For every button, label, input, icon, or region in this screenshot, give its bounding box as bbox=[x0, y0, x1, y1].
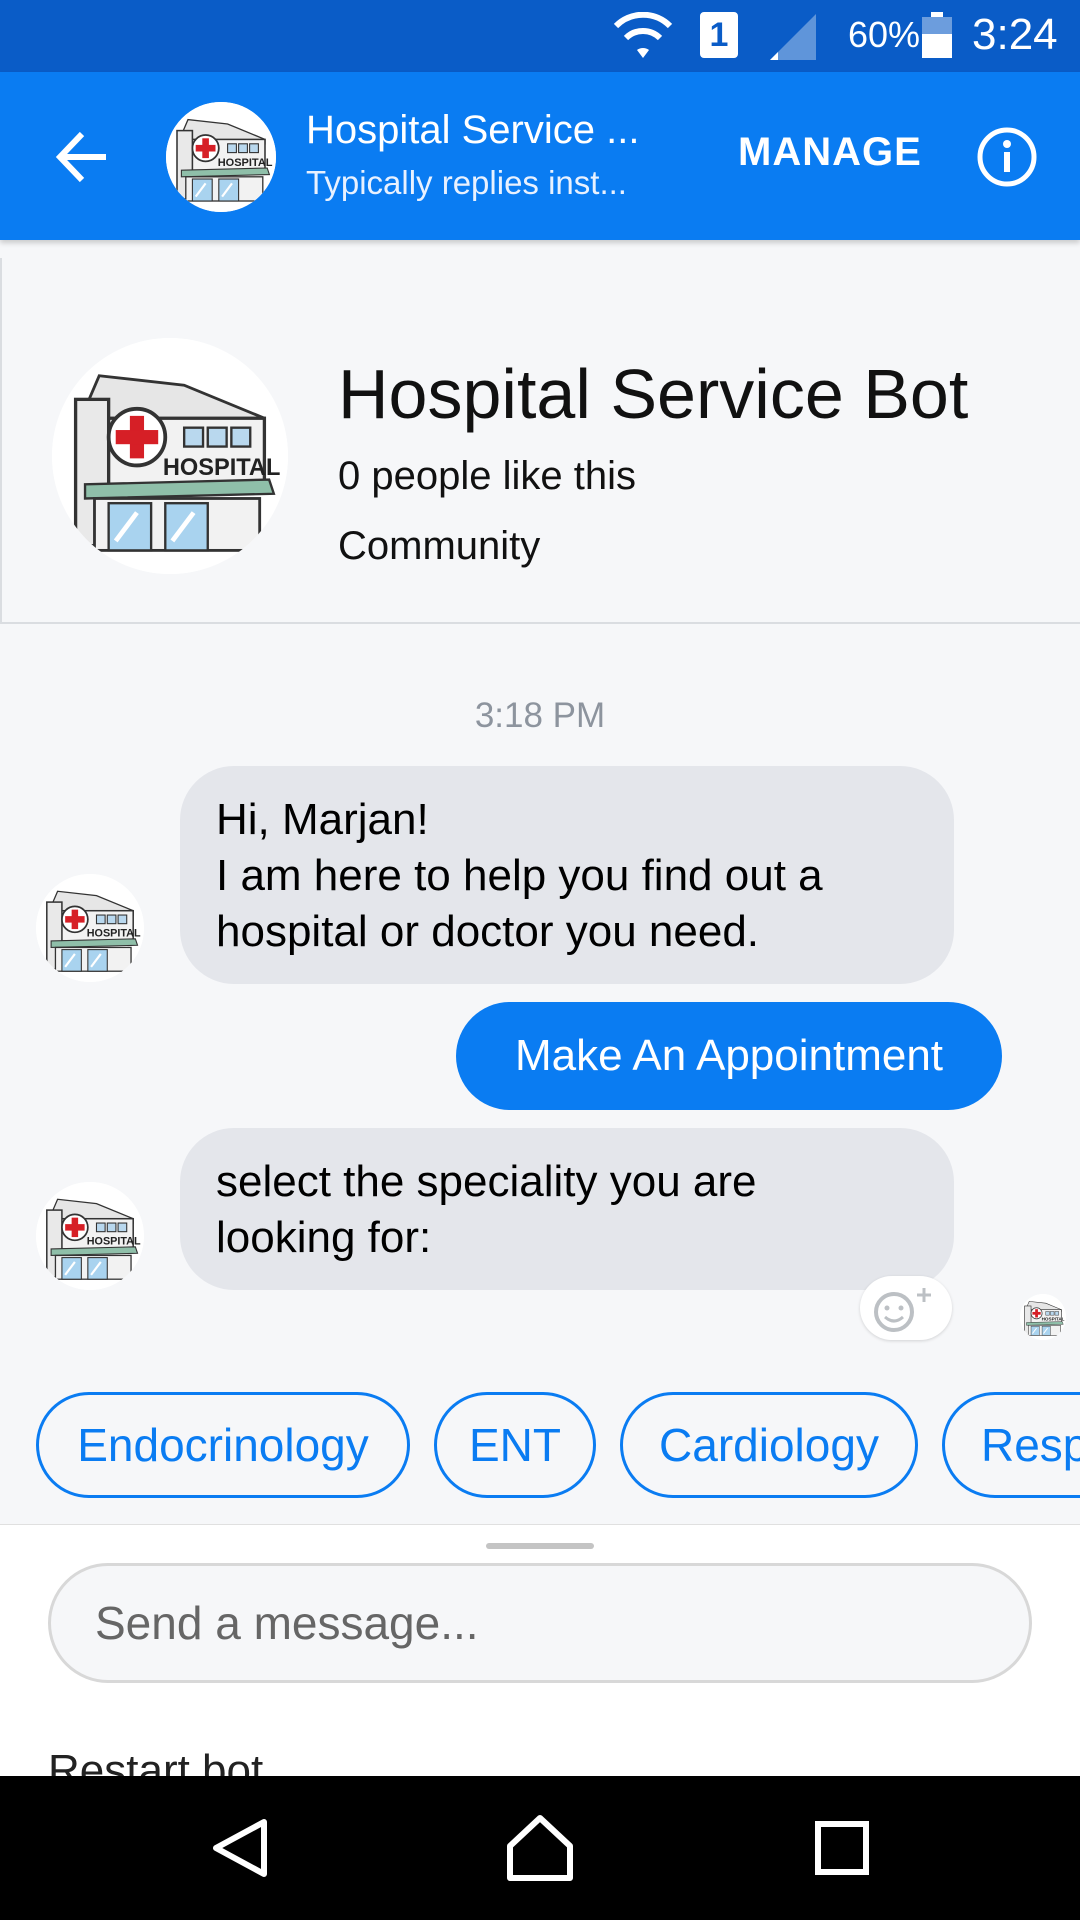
system-nav-bar bbox=[0, 1776, 1080, 1920]
battery-percent: 60% bbox=[848, 14, 921, 55]
manage-button[interactable]: MANAGE bbox=[738, 130, 922, 175]
message-line: select the speciality you are bbox=[216, 1157, 757, 1206]
profile-avatar bbox=[52, 338, 288, 574]
hospital-logo-icon bbox=[166, 102, 276, 212]
message-line: looking for: bbox=[216, 1213, 432, 1262]
composer: Send a message... Restart bot bbox=[0, 1524, 1080, 1777]
read-receipt-avatar bbox=[1020, 1294, 1066, 1340]
info-icon[interactable] bbox=[976, 126, 1038, 188]
page-likes: 0 people like this bbox=[338, 454, 636, 498]
smiley-plus-icon bbox=[874, 1288, 931, 1332]
nav-recent-icon[interactable] bbox=[814, 1820, 870, 1876]
bot-message: Hi, Marjan! I am here to help you find o… bbox=[180, 766, 954, 984]
sim-icon: 1 bbox=[700, 12, 738, 58]
restart-bot-menu-item[interactable]: Restart bot bbox=[48, 1743, 263, 1777]
clock: 3:24 bbox=[972, 10, 1058, 59]
drag-handle[interactable] bbox=[486, 1543, 594, 1549]
message-input[interactable]: Send a message... bbox=[48, 1563, 1032, 1683]
page-category: Community bbox=[338, 524, 541, 568]
nav-back-icon[interactable] bbox=[210, 1816, 270, 1880]
hospital-logo-icon bbox=[52, 338, 288, 574]
message-line: I am here to help you find out a bbox=[216, 851, 823, 900]
nav-home-icon[interactable] bbox=[504, 1812, 576, 1884]
page-name: Hospital Service Bot bbox=[338, 355, 969, 433]
hospital-logo-icon bbox=[36, 1182, 144, 1290]
arrow-left-icon[interactable] bbox=[48, 122, 118, 192]
hospital-logo-icon bbox=[36, 874, 144, 982]
bot-message: select the speciality you are looking fo… bbox=[180, 1128, 954, 1290]
bot-avatar bbox=[36, 1182, 144, 1290]
message-line: Hi, Marjan! bbox=[216, 795, 429, 844]
add-reaction-button[interactable] bbox=[860, 1276, 952, 1340]
quick-reply-endocrinology[interactable]: Endocrinology bbox=[36, 1392, 410, 1498]
user-message: Make An Appointment bbox=[456, 1002, 1002, 1110]
quick-reply-resp[interactable]: Resp bbox=[942, 1392, 1080, 1498]
quick-reply-cardiology[interactable]: Cardiology bbox=[620, 1392, 918, 1498]
battery-icon bbox=[922, 12, 952, 58]
conversation-subtitle: Typically replies inst... bbox=[306, 164, 627, 201]
wifi-icon bbox=[613, 12, 673, 58]
app-bar: Hospital Service ... Typically replies i… bbox=[0, 72, 1080, 240]
conversation-title[interactable]: Hospital Service ... bbox=[306, 108, 656, 153]
message-line: hospital or doctor you need. bbox=[216, 907, 760, 956]
status-bar: 1 60% 3:24 bbox=[0, 0, 1080, 72]
quick-replies: Endocrinology ENT Cardiology Resp bbox=[0, 1392, 1080, 1500]
message-timestamp: 3:18 PM bbox=[474, 696, 606, 735]
hospital-logo-icon bbox=[1020, 1294, 1066, 1340]
avatar[interactable] bbox=[166, 102, 276, 212]
quick-reply-ent[interactable]: ENT bbox=[434, 1392, 596, 1498]
signal-icon bbox=[770, 14, 816, 60]
page-profile-card: Hospital Service Bot 0 people like this … bbox=[0, 258, 1080, 624]
bot-avatar bbox=[36, 874, 144, 982]
